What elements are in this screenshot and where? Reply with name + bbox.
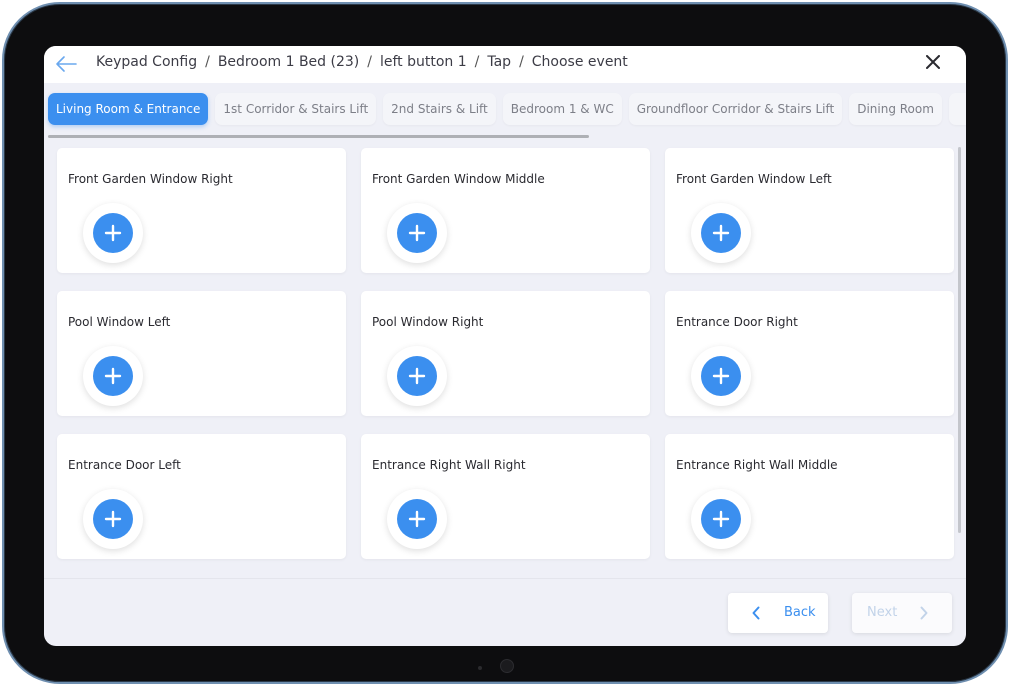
- breadcrumb-separator: /: [367, 54, 372, 70]
- event-card: Entrance Right Wall Middle: [665, 434, 954, 559]
- add-event-button[interactable]: [701, 499, 741, 539]
- back-button-label: Back: [784, 605, 816, 620]
- event-card: Entrance Door Right: [665, 291, 954, 416]
- next-button[interactable]: Next: [852, 593, 952, 633]
- plus-icon: [408, 510, 426, 528]
- footer-divider: [44, 578, 966, 579]
- add-event-button[interactable]: [397, 213, 437, 253]
- card-title: Entrance Door Left: [68, 458, 181, 472]
- plus-icon: [408, 224, 426, 242]
- chevron-left-icon: [752, 606, 760, 620]
- back-arrow-icon[interactable]: [54, 53, 78, 75]
- card-title: Pool Window Right: [372, 315, 484, 329]
- app-screen: Keypad Config / Bedroom 1 Bed (23) / lef…: [44, 46, 966, 646]
- event-card: Front Garden Window Left: [665, 148, 954, 273]
- add-event-button[interactable]: [93, 499, 133, 539]
- tabs-scrollbar[interactable]: [48, 135, 589, 138]
- plus-icon: [104, 224, 122, 242]
- add-event-button[interactable]: [93, 356, 133, 396]
- breadcrumb-item-button[interactable]: left button 1: [380, 54, 467, 70]
- close-icon[interactable]: [926, 55, 940, 69]
- tab-1st-corridor[interactable]: 1st Corridor & Stairs Lift: [215, 93, 377, 125]
- card-title: Entrance Door Right: [676, 315, 798, 329]
- chevron-right-icon: [920, 606, 928, 620]
- grid-scrollbar[interactable]: [958, 147, 961, 533]
- plus-icon: [712, 510, 730, 528]
- breadcrumb-item-keypad-config[interactable]: Keypad Config: [96, 54, 197, 70]
- breadcrumb-separator: /: [474, 54, 480, 70]
- next-button-label: Next: [867, 605, 898, 620]
- breadcrumb-separator: /: [519, 54, 524, 70]
- tab-dining-room[interactable]: Dining Room: [849, 93, 942, 125]
- add-event-button[interactable]: [397, 499, 437, 539]
- plus-icon: [712, 224, 730, 242]
- sensor-dot: [478, 666, 482, 670]
- tab-bedroom-1-wc[interactable]: Bedroom 1 & WC: [502, 93, 622, 125]
- plus-icon: [712, 367, 730, 385]
- plus-icon: [104, 367, 122, 385]
- card-title: Entrance Right Wall Middle: [676, 458, 838, 472]
- breadcrumb-item-bedroom[interactable]: Bedroom 1 Bed (23): [218, 54, 359, 70]
- event-card: Entrance Right Wall Right: [361, 434, 650, 559]
- tab-2nd-stairs[interactable]: 2nd Stairs & Lift: [383, 93, 496, 125]
- event-card: Front Garden Window Middle: [361, 148, 650, 273]
- card-title: Entrance Right Wall Right: [372, 458, 526, 472]
- card-title: Front Garden Window Middle: [372, 172, 545, 186]
- header-bar: Keypad Config / Bedroom 1 Bed (23) / lef…: [44, 46, 966, 83]
- add-event-button[interactable]: [701, 213, 741, 253]
- camera-icon: [500, 659, 514, 673]
- plus-icon: [104, 510, 122, 528]
- breadcrumb: Keypad Config / Bedroom 1 Bed (23) / lef…: [96, 54, 628, 70]
- event-card: Entrance Door Left: [57, 434, 346, 559]
- card-title: Front Garden Window Right: [68, 172, 233, 186]
- tab-overflow[interactable]: [948, 93, 966, 125]
- card-title: Front Garden Window Left: [676, 172, 832, 186]
- add-event-button[interactable]: [397, 356, 437, 396]
- breadcrumb-item-current: Choose event: [531, 54, 628, 70]
- add-event-button[interactable]: [93, 213, 133, 253]
- room-tabs: Living Room & Entrance 1st Corridor & St…: [48, 93, 966, 125]
- back-button[interactable]: Back: [728, 593, 828, 633]
- event-card: Front Garden Window Right: [57, 148, 346, 273]
- tab-groundfloor-corridor[interactable]: Groundfloor Corridor & Stairs Lift: [628, 93, 843, 125]
- breadcrumb-separator: /: [205, 54, 210, 70]
- tab-living-room-entrance[interactable]: Living Room & Entrance: [48, 93, 209, 125]
- card-title: Pool Window Left: [68, 315, 171, 329]
- event-grid: Front Garden Window Right Front Garden W…: [57, 148, 954, 559]
- add-event-button[interactable]: [701, 356, 741, 396]
- breadcrumb-item-tap[interactable]: Tap: [487, 54, 511, 70]
- event-card: Pool Window Right: [361, 291, 650, 416]
- event-card: Pool Window Left: [57, 291, 346, 416]
- plus-icon: [408, 367, 426, 385]
